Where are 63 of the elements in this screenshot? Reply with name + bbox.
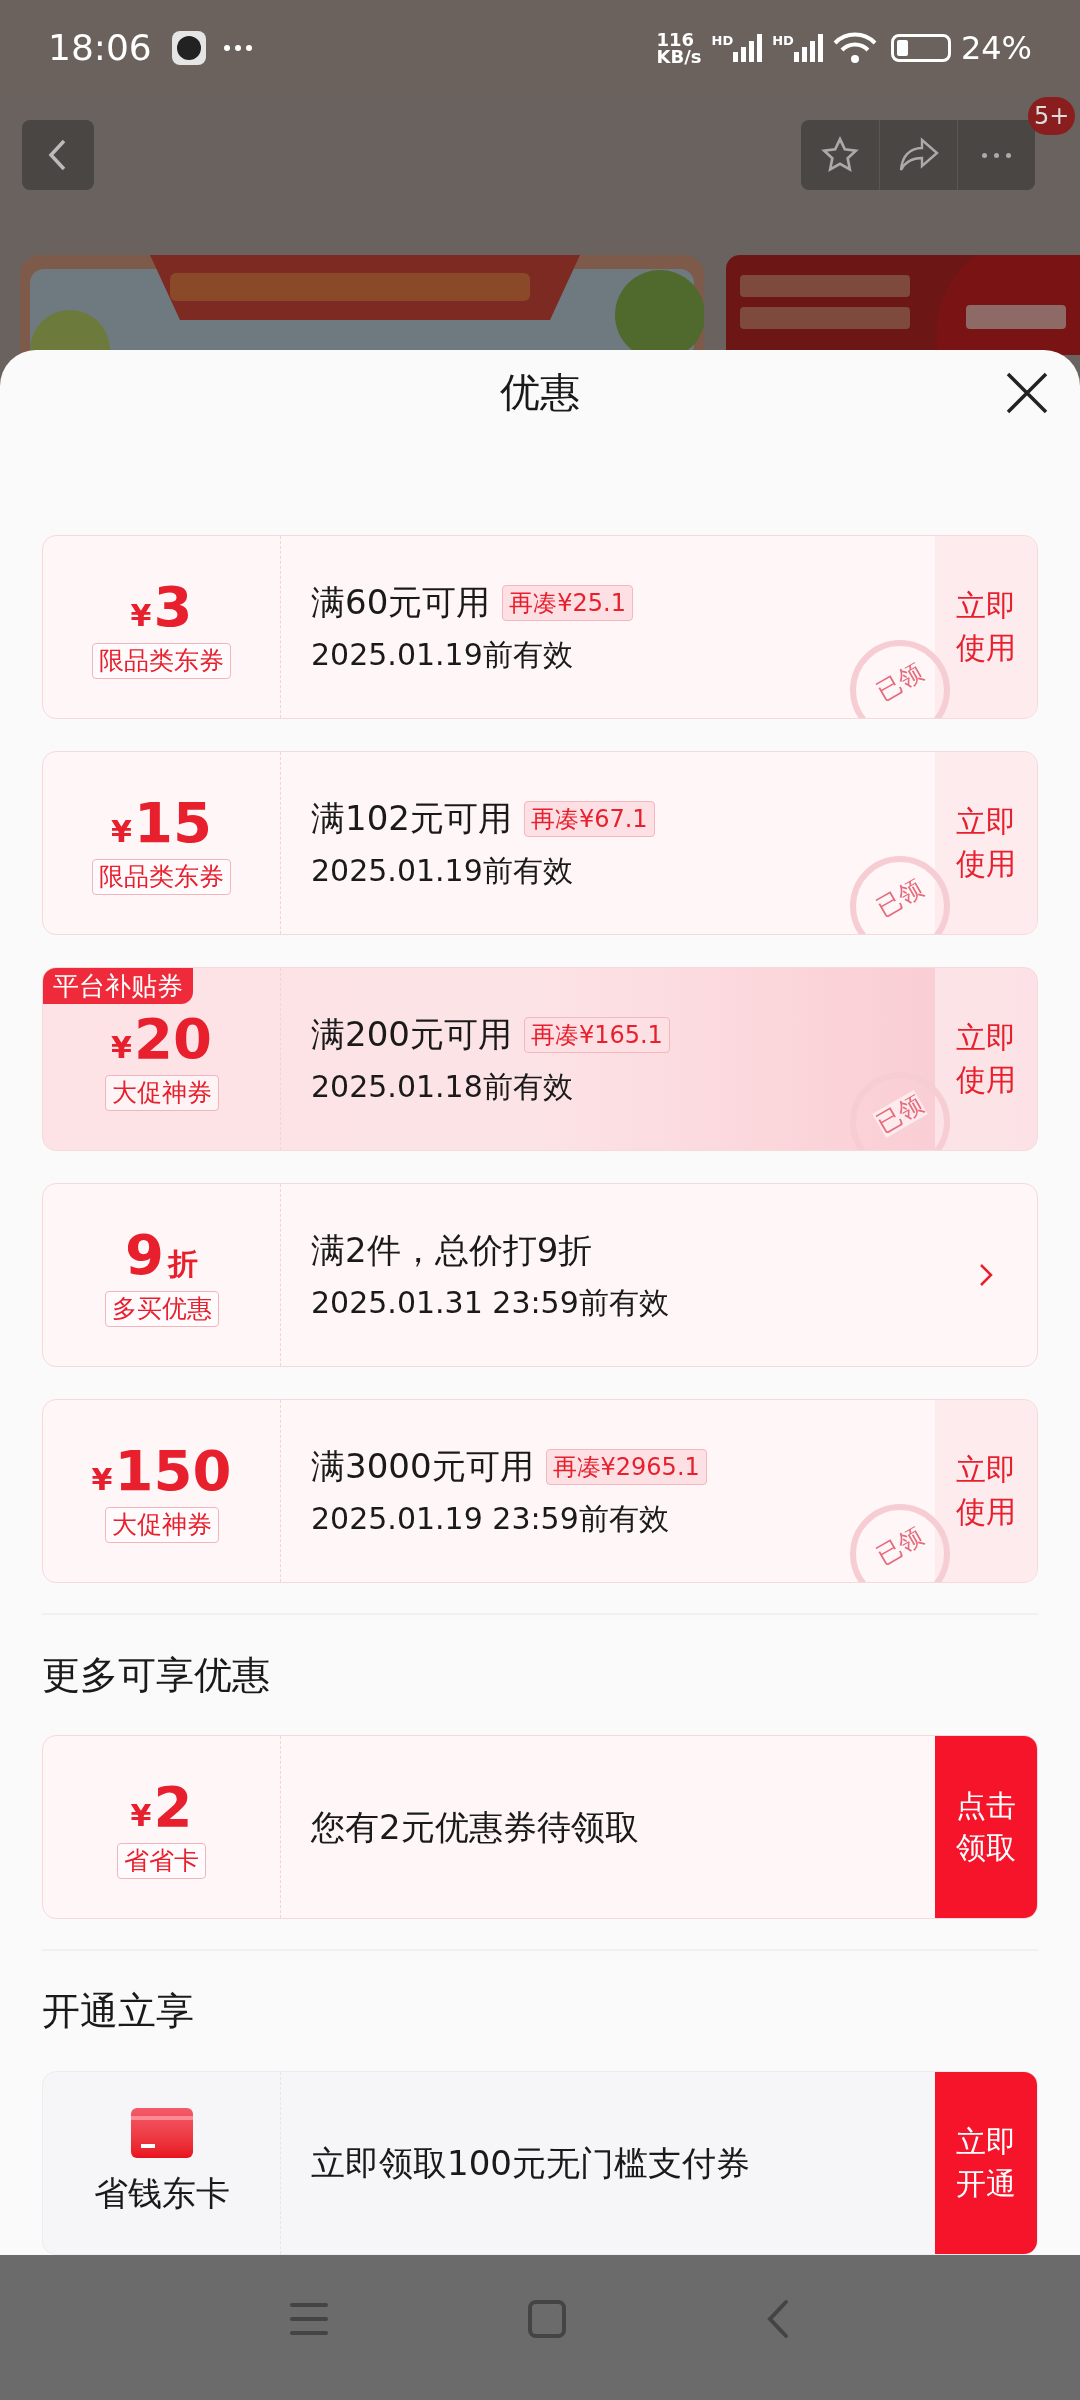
coupon-condition: 满200元可用 [311, 1013, 512, 1056]
use-now-button[interactable]: 立即使用 [935, 752, 1037, 934]
section-heading: 开通立享 [42, 1987, 195, 2035]
offer-description: 立即领取100元无门槛支付券 [311, 2141, 750, 2185]
discount-value: 9 [125, 1223, 164, 1287]
section-heading: 更多可享优惠 [42, 1651, 271, 1699]
discount-unit: 折 [168, 1245, 198, 1283]
subsidy-label: 平台补贴券 [43, 968, 193, 1004]
coupon-condition: 满102元可用 [311, 797, 512, 840]
coupon-amount: 2 [153, 1775, 193, 1839]
close-icon[interactable] [1004, 370, 1050, 416]
coupon-amount: 15 [133, 791, 212, 855]
currency-symbol: ¥ [130, 597, 152, 635]
sheet-title: 优惠 [500, 368, 580, 417]
remaining-amount-tag: 再凑¥25.1 [502, 584, 633, 621]
remaining-amount-tag: 再凑¥165.1 [523, 1016, 670, 1053]
coupon-amount: 20 [133, 1007, 212, 1071]
currency-symbol: ¥ [111, 813, 132, 851]
wifi-icon [832, 31, 877, 64]
coupon-amount: 3 [153, 575, 193, 639]
coupon-condition: 满60元可用 [311, 581, 491, 624]
remaining-amount-tag: 再凑¥67.1 [523, 800, 655, 837]
currency-symbol: ¥ [91, 1461, 113, 1499]
claim-button[interactable]: 点击领取 [935, 1736, 1037, 1918]
currency-symbol: ¥ [111, 1029, 132, 1067]
coupon-tag: 大促神券 [104, 1075, 219, 1111]
card-icon [130, 2107, 193, 2158]
coupon-tag: 多买优惠 [104, 1291, 219, 1327]
currency-symbol: ¥ [130, 1797, 152, 1835]
card-name: 省钱东卡 [93, 2171, 230, 2215]
use-now-button[interactable]: 立即使用 [935, 536, 1037, 718]
activate-button[interactable]: 立即开通 [935, 2072, 1037, 2254]
coupon-amount: 150 [114, 1439, 232, 1503]
coupon-condition: 满3000元可用 [311, 1445, 534, 1488]
network-speed: 116 [656, 30, 696, 48]
coupon-validity: 2025.01.18前有效 [311, 1068, 573, 1106]
clock-time: 18:06 [48, 25, 152, 70]
back-button[interactable] [22, 120, 94, 190]
coupon-validity: 2025.01.19 23:59前有效 [311, 1500, 669, 1538]
use-now-button[interactable]: 立即使用 [935, 1400, 1037, 1582]
remaining-amount-tag: 再凑¥2965.1 [545, 1448, 707, 1485]
coupon-validity: 2025.01.19前有效 [311, 852, 573, 890]
coupon-description: 您有2元优惠券待领取 [311, 1805, 639, 1849]
hd-label: HD [711, 33, 734, 47]
network-speed-unit: KB/s [656, 47, 702, 65]
notification-badge: 5+ [1028, 97, 1076, 135]
use-now-button[interactable]: 立即使用 [935, 968, 1037, 1150]
coupon-tag: 大促神券 [104, 1507, 219, 1543]
signal-icon [733, 33, 763, 62]
battery-percent: 24% [960, 27, 1032, 69]
coupon-tag: 限品类东券 [92, 643, 231, 679]
signal-icon [793, 33, 823, 62]
coupon-validity: 2025.01.19前有效 [311, 636, 573, 674]
hd-label: HD [772, 33, 794, 47]
app-icon [171, 30, 206, 65]
more-notifications-icon [223, 44, 252, 51]
stamp-label: 已领 [872, 1089, 928, 1139]
coupon-tag: 省省卡 [117, 1843, 206, 1879]
coupon-validity: 2025.01.31 23:59前有效 [311, 1284, 669, 1322]
battery-icon [890, 33, 951, 62]
coupon-tag: 限品类东券 [92, 859, 231, 895]
coupon-condition: 满2件，总价打9折 [311, 1229, 593, 1272]
chevron-right-icon[interactable] [979, 1263, 993, 1287]
